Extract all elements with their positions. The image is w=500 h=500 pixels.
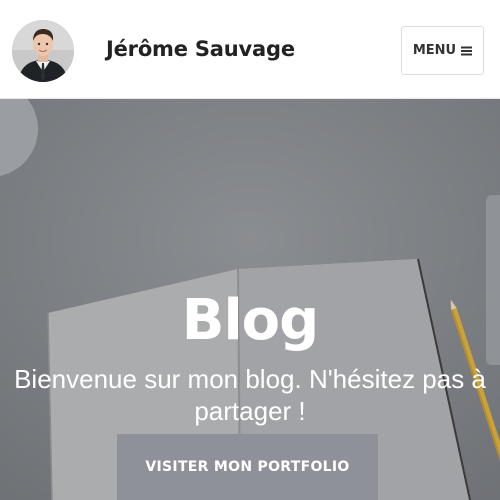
hero-subtitle: Bienvenue sur mon blog. N'hésitez pas à … (14, 364, 486, 426)
menu-button[interactable]: MENU (401, 26, 484, 75)
hamburger-icon (461, 46, 473, 56)
menu-label: MENU (412, 43, 457, 58)
hero-title: Blog (181, 287, 319, 353)
hero-section: Blog Bienvenue sur mon blog. N'hésitez p… (0, 99, 500, 500)
avatar[interactable] (12, 20, 74, 82)
site-title[interactable]: Jérôme Sauvage (106, 34, 295, 64)
visit-portfolio-button[interactable]: VISITER MON PORTFOLIO (117, 434, 378, 500)
site-header: Jérôme Sauvage MENU (0, 0, 500, 99)
profile-photo (12, 20, 74, 82)
